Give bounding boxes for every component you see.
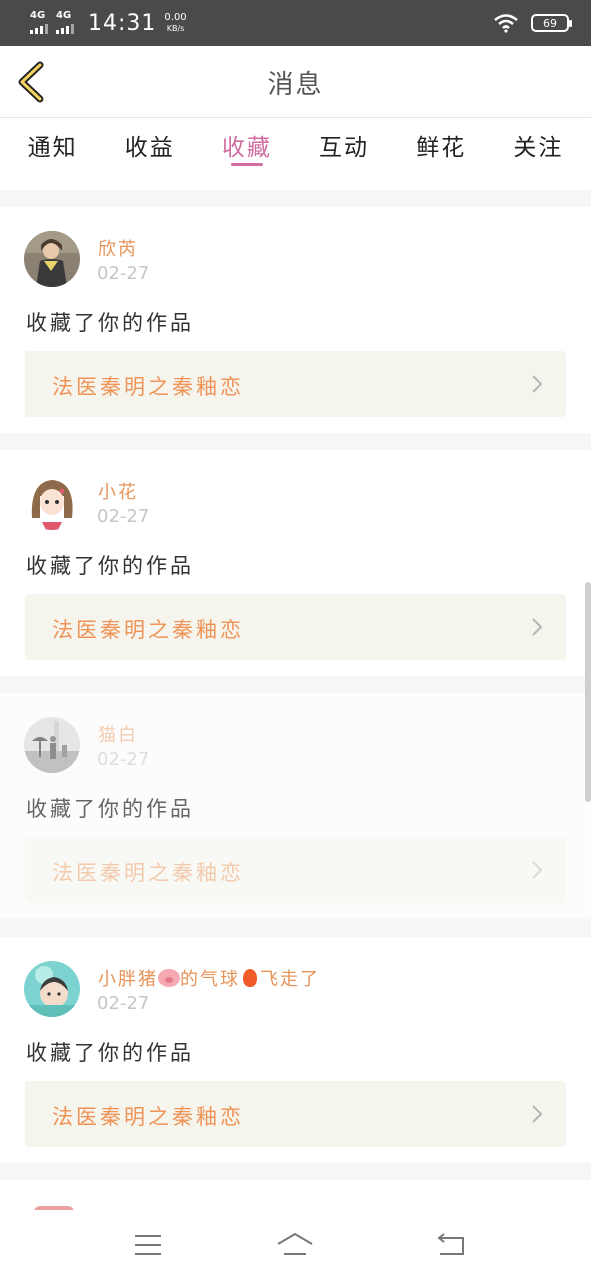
chevron-right-icon: [532, 861, 543, 879]
message-card: [0, 1180, 591, 1210]
avatar[interactable]: [24, 717, 80, 773]
message-date: 02-27: [97, 749, 150, 770]
message-card: 猫白 02-27 收藏了你的作品 法医秦明之秦釉恋: [0, 693, 591, 919]
avatar[interactable]: [24, 474, 80, 530]
network-speed: 0.00 KB/s: [164, 12, 187, 33]
signal-icon-1: 4G: [30, 10, 48, 34]
tab-follows[interactable]: 关注: [493, 118, 583, 190]
battery-icon: 69: [531, 14, 572, 32]
pig-emoji-icon: [158, 969, 180, 987]
tab-flowers[interactable]: 鲜花: [396, 118, 486, 190]
message-card: 欣芮 02-27 收藏了你的作品 法医秦明之秦釉恋: [0, 207, 591, 433]
work-title: 法医秦明之秦釉恋: [52, 618, 244, 642]
work-link[interactable]: 法医秦明之秦釉恋: [25, 837, 566, 903]
message-date: 02-27: [97, 993, 150, 1014]
tab-earnings[interactable]: 收益: [105, 118, 195, 190]
scrollbar[interactable]: [585, 582, 591, 802]
work-title: 法医秦明之秦釉恋: [52, 861, 244, 885]
network-type-label: 4G: [56, 10, 72, 21]
message-card: 小胖猪 的气球 飞走了 02-27 收藏了你的作品 法医秦明之秦釉恋: [0, 937, 591, 1163]
message-date: 02-27: [97, 263, 150, 284]
work-title: 法医秦明之秦釉恋: [52, 1105, 244, 1129]
signal-icon-2: 4G: [56, 10, 74, 34]
balloon-emoji-icon: [243, 969, 257, 987]
wifi-icon: [494, 14, 518, 33]
message-date: 02-27: [97, 506, 150, 527]
chevron-right-icon: [532, 618, 543, 636]
back-icon[interactable]: [430, 1230, 470, 1260]
clock: 14:31: [88, 10, 157, 36]
tab-favorites[interactable]: 收藏: [202, 118, 292, 190]
chevron-right-icon: [532, 1105, 543, 1123]
tab-interactions[interactable]: 互动: [299, 118, 389, 190]
message-card: 小花 02-27 收藏了你的作品 法医秦明之秦釉恋: [0, 450, 591, 676]
network-type-label: 4G: [30, 10, 46, 21]
username[interactable]: 欣芮: [98, 235, 138, 261]
page-title: 消息: [267, 70, 324, 100]
username[interactable]: 猫白: [98, 721, 138, 747]
message-action: 收藏了你的作品: [26, 311, 194, 335]
status-bar: 4G 4G 14:31 0.00 KB/s 69: [0, 0, 591, 46]
username[interactable]: 小胖猪 的气球 飞走了: [98, 965, 320, 991]
home-icon[interactable]: [275, 1230, 315, 1260]
chevron-right-icon: [532, 375, 543, 393]
work-title: 法医秦明之秦釉恋: [52, 375, 244, 399]
menu-icon[interactable]: [128, 1230, 168, 1260]
message-action: 收藏了你的作品: [26, 797, 194, 821]
message-action: 收藏了你的作品: [26, 554, 194, 578]
avatar[interactable]: [24, 231, 80, 287]
work-link[interactable]: 法医秦明之秦釉恋: [25, 351, 566, 417]
avatar[interactable]: [24, 961, 80, 1017]
tab-bar: 通知 收益 收藏 互动 鲜花 关注: [0, 118, 591, 190]
work-link[interactable]: 法医秦明之秦釉恋: [25, 594, 566, 660]
battery-level: 69: [543, 16, 557, 30]
header: 消息: [0, 46, 591, 118]
system-nav-bar: [0, 1210, 591, 1280]
message-action: 收藏了你的作品: [26, 1041, 194, 1065]
work-link[interactable]: 法医秦明之秦釉恋: [25, 1081, 566, 1147]
username[interactable]: 小花: [98, 478, 138, 504]
tab-notifications[interactable]: 通知: [8, 118, 98, 190]
